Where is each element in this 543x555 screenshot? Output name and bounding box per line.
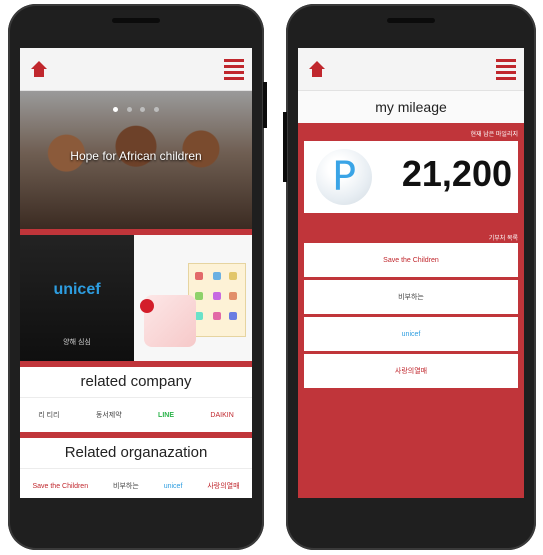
carousel-dot[interactable] (113, 107, 119, 112)
speaker (112, 18, 160, 23)
red-ribbon-image (140, 299, 154, 313)
organization-item[interactable]: 사랑의열매 (304, 354, 518, 388)
company-logo[interactable]: DAIKIN (210, 412, 233, 419)
organization-list-caption: 기부처 목록 (488, 236, 518, 242)
points-icon: P (316, 149, 372, 205)
menu-icon[interactable] (496, 59, 516, 80)
related-company-title: related company (20, 367, 252, 398)
promo-section: unicef 양해 심심 (20, 235, 252, 361)
mileage-panel: 현재 남은 마일리지 P 21,200 기부처 목록 Save the Chil… (298, 123, 524, 498)
carousel-dots[interactable] (20, 99, 252, 117)
organization-item[interactable]: 비부하는 (304, 280, 518, 314)
company-logos: 리 티리 동서제약 LINE DAIKIN (20, 398, 252, 432)
related-organization-title: Related organazation (20, 438, 252, 469)
mileage-title: my mileage (298, 91, 524, 124)
hero-title: Hope for African children (70, 149, 202, 163)
home-icon[interactable] (308, 60, 326, 78)
organization-logo[interactable]: unicef (164, 483, 183, 490)
organization-logo[interactable]: 비부하는 (113, 481, 139, 491)
unicef-banner[interactable]: unicef 양해 심심 (20, 235, 134, 361)
power-button (263, 82, 267, 128)
organization-item[interactable]: unicef (304, 317, 518, 351)
top-bar (298, 48, 524, 91)
product-image[interactable] (134, 235, 252, 361)
company-logo[interactable]: 리 티리 (38, 410, 59, 420)
carousel-dot[interactable] (140, 107, 146, 112)
carousel-dot[interactable] (153, 107, 159, 112)
carousel-dot[interactable] (126, 107, 132, 112)
home-icon[interactable] (30, 60, 48, 78)
unicef-logo: unicef (53, 281, 101, 298)
organization-logo[interactable]: 사랑의열매 (207, 481, 239, 491)
company-logo[interactable]: LINE (158, 412, 174, 419)
menu-icon[interactable] (224, 59, 244, 80)
points-caption: 현재 남은 마일리지 (470, 132, 519, 138)
left-phone: Hope for African children unicef 양해 심심 r… (8, 4, 267, 550)
toy-card-image (188, 263, 246, 337)
unicef-caption: 양해 심심 (63, 339, 91, 346)
top-bar (20, 48, 252, 91)
speaker (387, 18, 435, 23)
volume-button (283, 112, 287, 182)
organization-logo[interactable]: Save the Children (32, 483, 88, 490)
home-screen: Hope for African children unicef 양해 심심 r… (20, 48, 252, 498)
company-logo[interactable]: 동서제약 (96, 410, 122, 420)
organization-item[interactable]: Save the Children (304, 243, 518, 277)
hero-banner[interactable]: Hope for African children (20, 91, 252, 229)
points-box: P 21,200 (304, 141, 518, 213)
points-value: 21,200 (401, 153, 512, 194)
organization-logos: Save the Children 비부하는 unicef 사랑의열매 (20, 469, 252, 498)
organization-list: Save the Children 비부하는 unicef 사랑의열매 (304, 243, 518, 391)
right-phone: my mileage 현재 남은 마일리지 P 21,200 기부처 목록 Sa… (283, 4, 536, 550)
mileage-screen: my mileage 현재 남은 마일리지 P 21,200 기부처 목록 Sa… (298, 48, 524, 498)
